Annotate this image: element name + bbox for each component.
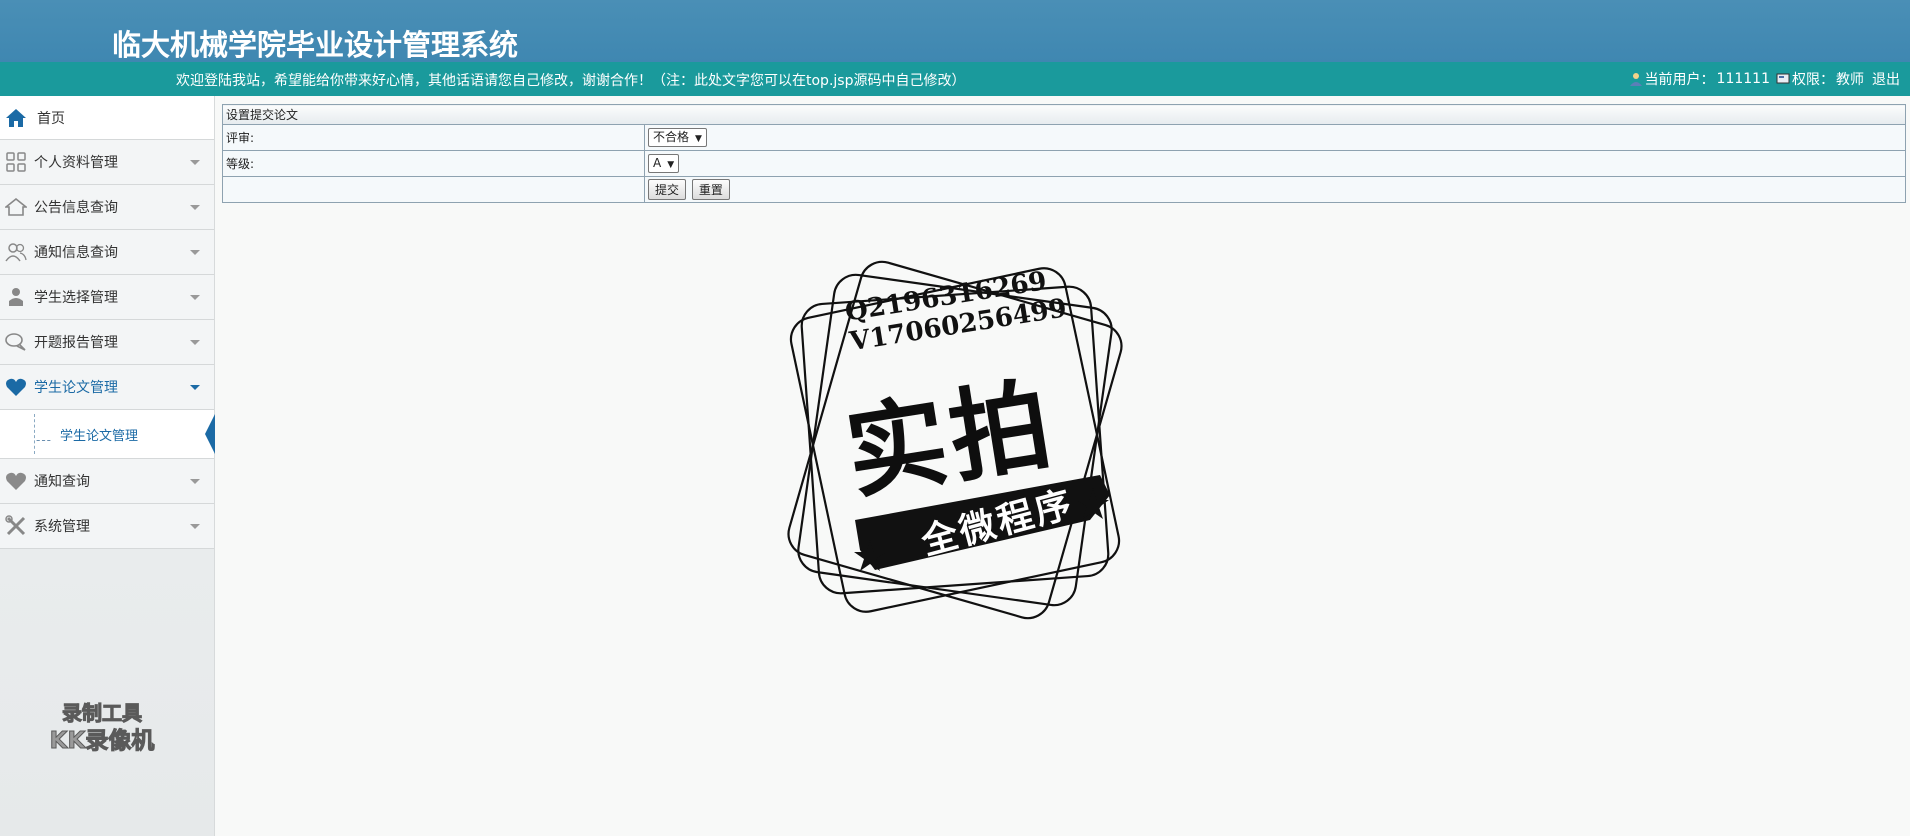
chevron-down-icon bbox=[190, 385, 200, 390]
chevron-down-icon bbox=[190, 524, 200, 529]
submit-button[interactable]: 提交 bbox=[648, 179, 687, 200]
grade-label: 等级: bbox=[222, 150, 645, 177]
users-icon bbox=[5, 241, 27, 263]
dropdown-arrow-icon: ▼ bbox=[695, 134, 702, 144]
svg-text:录制工具: 录制工具 bbox=[62, 701, 142, 725]
reset-button[interactable]: 重置 bbox=[691, 179, 730, 200]
grid-icon bbox=[5, 151, 27, 173]
dropdown-arrow-icon: ▼ bbox=[667, 160, 675, 170]
heart-icon bbox=[5, 376, 27, 398]
welcome-text: 欢迎登陆我站，希望能给你带来好心情，其他话语请您自己修改，谢谢合作！（注：此处文… bbox=[176, 73, 966, 89]
review-select-value: 不合格 bbox=[653, 130, 690, 144]
sidebar-item-notice-query[interactable]: 通知查询 bbox=[0, 459, 214, 504]
chevron-down-icon bbox=[190, 479, 200, 484]
empty-cell bbox=[222, 176, 645, 203]
recorder-logo: 录制工具 KK录像机 bbox=[49, 701, 155, 755]
form-header: 设置提交论文 bbox=[222, 104, 1906, 125]
home-icon bbox=[5, 107, 27, 129]
sidebar-item-announcements[interactable]: 公告信息查询 bbox=[0, 185, 214, 230]
tree-dash: --- bbox=[36, 433, 52, 447]
sidebar-item-proposal[interactable]: 开题报告管理 bbox=[0, 320, 214, 365]
review-select[interactable]: 不合格 ▼ bbox=[648, 128, 707, 147]
sidebar-item-label: 通知信息查询 bbox=[34, 245, 118, 261]
sidebar-item-thesis[interactable]: 学生论文管理 bbox=[0, 365, 214, 410]
chevron-down-icon bbox=[190, 250, 200, 255]
grade-select[interactable]: A ▼ bbox=[648, 154, 680, 173]
chevron-down-icon bbox=[190, 295, 200, 300]
current-user-value: 111111 bbox=[1716, 71, 1770, 87]
svg-text:KK录像机: KK录像机 bbox=[50, 727, 155, 754]
house-icon bbox=[5, 196, 27, 218]
review-label: 评审: bbox=[222, 124, 645, 151]
sidebar-item-label: 个人资料管理 bbox=[34, 155, 118, 171]
sidebar-item-label: 学生论文管理 bbox=[34, 380, 118, 396]
chevron-down-icon bbox=[190, 160, 200, 165]
sidebar-subitem-label: 学生论文管理 bbox=[60, 429, 139, 444]
sidebar-item-label: 公告信息查询 bbox=[34, 200, 118, 216]
logout-link[interactable]: 退出 bbox=[1872, 69, 1900, 89]
sidebar-item-label: 系统管理 bbox=[34, 519, 90, 535]
tools-icon bbox=[5, 515, 27, 537]
chat-icon bbox=[5, 331, 27, 353]
sidebar-item-home[interactable]: 首页 bbox=[0, 96, 214, 140]
user-icon bbox=[1629, 72, 1643, 86]
sidebar-item-label: 首页 bbox=[37, 110, 65, 127]
person-icon bbox=[5, 286, 27, 308]
sidebar-item-profile[interactable]: 个人资料管理 bbox=[0, 140, 214, 185]
sidebar-item-student-selection[interactable]: 学生选择管理 bbox=[0, 275, 214, 320]
header-banner: 临大机械学院毕业设计管理系统 bbox=[0, 0, 1910, 62]
role-icon bbox=[1776, 72, 1790, 86]
sidebar-item-system[interactable]: 系统管理 bbox=[0, 504, 214, 549]
sidebar-subitem-thesis[interactable]: --- 学生论文管理 bbox=[0, 410, 215, 459]
info-bar: 欢迎登陆我站，希望能给你带来好心情，其他话语请您自己修改，谢谢合作！（注：此处文… bbox=[0, 62, 1910, 96]
site-title: 临大机械学院毕业设计管理系统 bbox=[112, 28, 519, 62]
role-value: 教师 bbox=[1836, 72, 1864, 88]
sidebar-item-label: 通知查询 bbox=[34, 474, 90, 490]
sidebar-item-label: 开题报告管理 bbox=[34, 335, 118, 351]
user-info: 当前用户： 111111 权限： 教师 退出 bbox=[1629, 69, 1900, 89]
active-marker-icon bbox=[205, 414, 215, 454]
current-user-label: 当前用户： bbox=[1644, 72, 1715, 88]
thesis-form: 设置提交论文 评审: 不合格 ▼ 等级: A ▼ 提交 重置 bbox=[222, 104, 1906, 203]
chevron-down-icon bbox=[190, 340, 200, 345]
grade-select-value: A bbox=[653, 156, 662, 170]
sidebar-item-notices[interactable]: 通知信息查询 bbox=[0, 230, 214, 275]
sidebar: 首页 个人资料管理 公告信息查询 通知信息查询 学生选择管理 开题报告管理 学生… bbox=[0, 96, 215, 836]
heart-icon bbox=[5, 470, 27, 492]
chevron-down-icon bbox=[190, 205, 200, 210]
sidebar-item-label: 学生选择管理 bbox=[34, 290, 118, 306]
role-label: 权限： bbox=[1792, 72, 1834, 88]
